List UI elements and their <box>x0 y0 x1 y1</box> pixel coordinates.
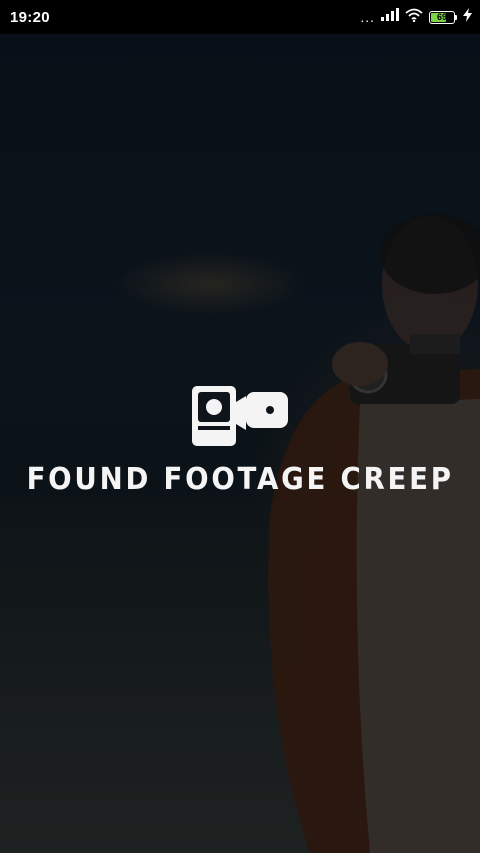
status-bar: 19:20 ... 69 <box>0 0 480 34</box>
splash-screen: 19:20 ... 69 FOUND FOOTAGE CREEP <box>0 0 480 853</box>
status-icons: ... 69 <box>360 7 472 27</box>
camcorder-icon <box>192 386 288 446</box>
app-title: FOUND FOOTAGE CREEP <box>26 462 454 497</box>
battery-icon: 69 <box>429 10 457 24</box>
signal-dots: ... <box>360 9 375 25</box>
wifi-icon <box>405 8 423 27</box>
signal-icon <box>381 8 399 26</box>
charging-icon <box>463 7 472 27</box>
app-logo: FOUND FOOTAGE CREEP <box>0 384 480 497</box>
battery-level: 69 <box>436 12 447 22</box>
status-time: 19:20 <box>10 8 50 26</box>
